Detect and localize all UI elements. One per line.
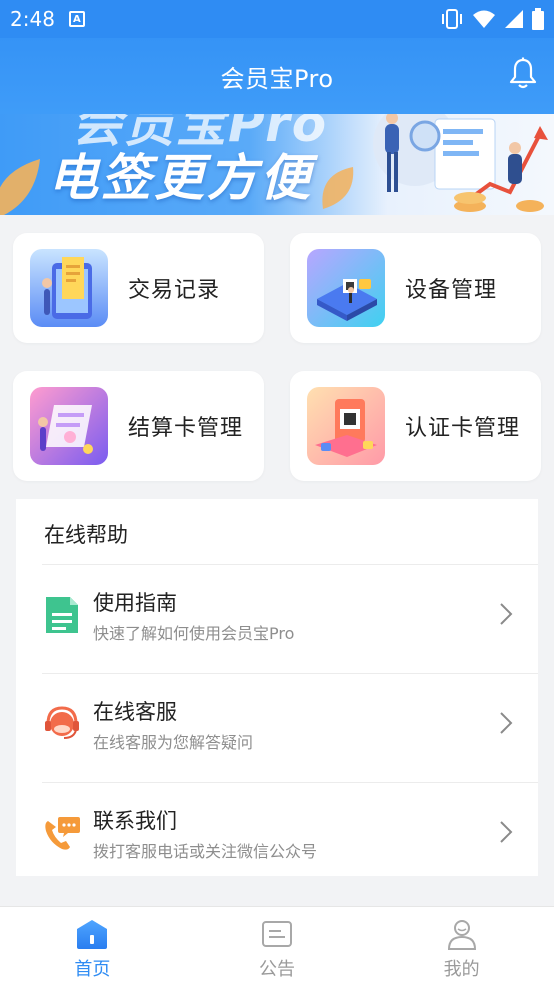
settlement-card-icon [30,387,108,465]
banner-leaf-decoration [0,159,40,215]
battery-icon [532,8,544,30]
card-label: 结算卡管理 [128,416,244,441]
chevron-right-icon [500,821,513,843]
home-icon [77,920,108,949]
help-item-subtitle: 在线客服为您解答疑问 [93,733,254,752]
vibrate-icon [442,9,462,29]
tab-profile[interactable]: 我的 [369,907,554,984]
customer-service-icon [45,706,79,739]
app-header: 会员宝Pro [0,38,554,114]
help-item-subtitle: 拨打客服电话或关注微信公众号 [93,842,318,861]
status-bar: 2:48 A [0,0,554,38]
device-management-icon [307,249,385,327]
help-item-customer-service[interactable]: 在线客服 在线客服为您解答疑问 [42,673,538,781]
guide-document-icon [46,597,78,633]
card-label: 交易记录 [128,278,221,303]
help-item-title: 使用指南 [93,591,177,615]
tab-label: 我的 [443,959,480,980]
chevron-right-icon [500,603,513,625]
tab-home[interactable]: 首页 [0,907,185,984]
page-title: 会员宝Pro [220,64,334,93]
certified-card-icon [307,387,385,465]
card-label: 设备管理 [405,278,498,303]
signal-icon [505,10,523,28]
help-item-contact-us[interactable]: 联系我们 拨打客服电话或关注微信公众号 [42,782,538,890]
tab-label: 首页 [74,959,111,980]
section-title: 在线帮助 [44,523,128,547]
status-time: 2:48 [10,7,55,31]
banner-illustration [373,114,548,212]
status-indicators [440,8,544,30]
help-item-guide[interactable]: 使用指南 快速了解如何使用会员宝Pro [42,564,538,672]
phone-chat-icon [45,817,80,850]
wifi-icon [473,10,495,28]
card-device-management[interactable]: 设备管理 [290,233,541,343]
banner-headline: 电签更方便 [48,149,313,207]
online-help-section: 在线帮助 使用指南 快速了解如何使用会员宝Pro 在线客服 在线客服为您解答疑问… [16,499,538,876]
bottom-navigation: 首页 公告 我的 [0,906,554,984]
bell-icon [509,57,537,89]
app-screen: 2:48 A 会员宝Pro 会员宝Pro 电签更方便 交易记录 设备管理 结算卡… [0,0,554,984]
tab-label: 公告 [259,959,295,980]
profile-icon [447,920,476,950]
tab-announcement[interactable]: 公告 [185,907,370,984]
card-transaction-record[interactable]: 交易记录 [13,233,264,343]
notification-a-icon: A [68,11,85,27]
notification-button[interactable] [508,56,538,90]
help-item-subtitle: 快速了解如何使用会员宝Pro [93,624,295,643]
transaction-record-icon [30,249,108,327]
chevron-right-icon [500,712,513,734]
promo-banner[interactable]: 会员宝Pro 电签更方便 [0,114,554,215]
card-certified-card[interactable]: 认证卡管理 [290,371,541,481]
card-label: 认证卡管理 [405,416,521,441]
announcement-icon [262,921,292,947]
help-item-title: 在线客服 [93,700,177,724]
card-settlement-card[interactable]: 结算卡管理 [13,371,264,481]
help-item-title: 联系我们 [93,809,177,833]
